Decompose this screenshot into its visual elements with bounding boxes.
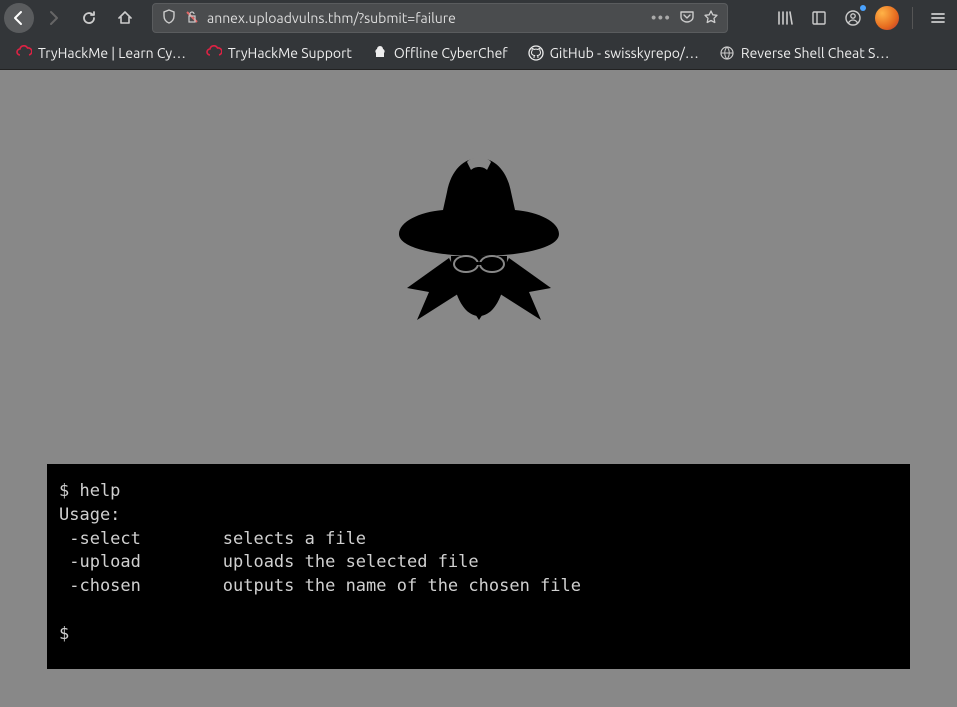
terminal-line: -upload uploads the selected file [59, 552, 479, 572]
bookmark-label: GitHub - swisskyrepo/… [550, 45, 699, 61]
terminal-line: Usage: [59, 505, 120, 525]
nav-toolbar: annex.uploadvulns.thm/?submit=failure ••… [0, 0, 957, 36]
toolbar-right [770, 3, 953, 33]
back-button[interactable] [4, 3, 34, 33]
menu-button[interactable] [923, 3, 953, 33]
chef-icon [372, 45, 388, 61]
pocket-icon[interactable] [679, 9, 695, 28]
terminal-line: $ help [59, 481, 120, 501]
terminal-prompt[interactable]: $ [59, 624, 79, 644]
firefox-logo-icon[interactable] [872, 3, 902, 33]
terminal[interactable]: $ help Usage: -select selects a file -up… [47, 464, 910, 669]
tryhackme-icon [206, 45, 222, 61]
home-button[interactable] [108, 3, 142, 33]
page-content: $ help Usage: -select selects a file -up… [0, 70, 957, 707]
bookmark-github-swisskyrepo[interactable]: GitHub - swisskyrepo/… [520, 41, 707, 65]
github-icon [528, 45, 544, 61]
bookmark-cyberchef[interactable]: Offline CyberChef [364, 41, 516, 65]
tracking-shield-icon[interactable] [161, 9, 177, 28]
bookmark-label: TryHackMe Support [228, 45, 352, 61]
site-identity-icon[interactable] [185, 10, 199, 27]
separator [912, 7, 913, 29]
bookmark-tryhackme-learn[interactable]: TryHackMe | Learn Cy… [8, 41, 194, 65]
globe-icon [719, 45, 735, 61]
bookmark-star-icon[interactable] [703, 9, 719, 28]
forward-button[interactable] [36, 3, 70, 33]
notification-dot-icon [860, 5, 866, 11]
bookmark-label: Reverse Shell Cheat S… [741, 45, 890, 61]
terminal-line: -select selects a file [59, 529, 366, 549]
tryhackme-icon [16, 45, 32, 61]
bookmark-reverse-shell-cheat[interactable]: Reverse Shell Cheat S… [711, 41, 898, 65]
bookmark-tryhackme-support[interactable]: TryHackMe Support [198, 41, 360, 65]
url-bar[interactable]: annex.uploadvulns.thm/?submit=failure ••… [152, 3, 728, 33]
url-text: annex.uploadvulns.thm/?submit=failure [207, 10, 643, 26]
hacker-logo [369, 140, 589, 360]
bookmark-label: TryHackMe | Learn Cy… [38, 45, 186, 61]
reload-button[interactable] [72, 3, 106, 33]
bookmarks-bar: TryHackMe | Learn Cy… TryHackMe Support … [0, 36, 957, 70]
account-icon[interactable] [838, 3, 868, 33]
page-actions-icon[interactable]: ••• [651, 9, 671, 27]
library-icon[interactable] [770, 3, 800, 33]
terminal-line: -chosen outputs the name of the chosen f… [59, 576, 581, 596]
sidebar-icon[interactable] [804, 3, 834, 33]
bookmark-label: Offline CyberChef [394, 45, 508, 61]
